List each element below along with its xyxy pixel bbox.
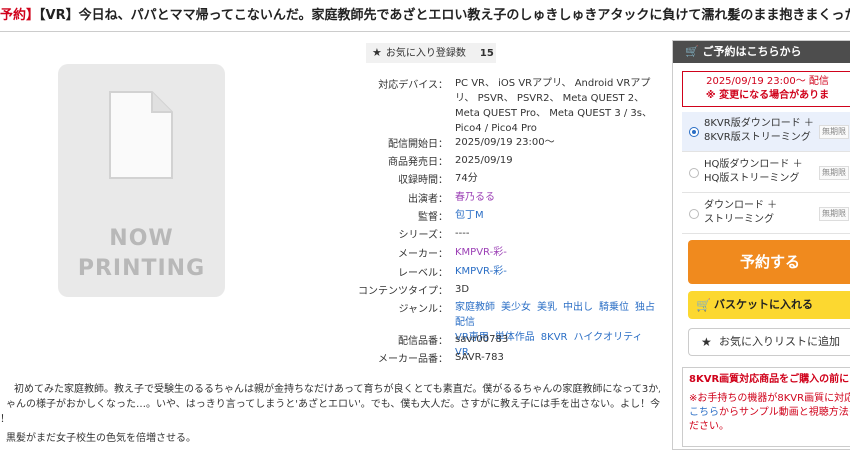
option-text: ダウンロード ＋ ストリーミング xyxy=(704,199,816,227)
purchase-panel: 🛒 ご予約はこちらから 2025/09/19 23:00〜 配信 ※ 変更になる… xyxy=(672,40,850,450)
label-label: レーベル： xyxy=(398,268,448,279)
cart-plus-icon: 🛒 xyxy=(696,298,711,312)
reserve-tag: 予約】 xyxy=(0,8,40,23)
description-line: 黒髪がまだ女子校生の色気を倍増させる。 xyxy=(6,433,196,444)
title-text: 【VR】今日ね、パパとママ帰ってこないんだ。家庭教師先であざとエロい教え子のしゅ… xyxy=(39,8,850,23)
star-icon: ★ xyxy=(372,46,382,59)
code-label: 配信品番： xyxy=(398,336,448,347)
genre-link[interactable]: 美乳 xyxy=(537,302,557,313)
now-printing-line1: NOW xyxy=(109,226,174,251)
code-value: savr00783 xyxy=(455,334,509,345)
product-description: 初めてみた家庭教師。教え子で受験生のるるちゃんは親が金持ちなだけあって育ちが良く… xyxy=(0,382,660,446)
duration-label: 収録時間： xyxy=(398,175,448,186)
notice-link[interactable]: こちら xyxy=(689,407,719,418)
now-printing-line2: PRINTING xyxy=(77,256,206,281)
favorite-count-box: ★ お気に入り登録数 15 xyxy=(366,43,496,63)
product-title: 予約】【VR】今日ね、パパとママ帰ってこないんだ。家庭教師先であざとエロい教え子… xyxy=(0,0,850,32)
product-thumbnail[interactable]: NOW PRINTING xyxy=(58,64,225,297)
notice-text: からサンプル動画と視聴方法を xyxy=(719,407,850,418)
document-icon xyxy=(109,91,173,179)
option-standard[interactable]: ダウンロード ＋ ストリーミング 無期限 xyxy=(682,194,850,234)
release-label: 商品発売日： xyxy=(388,157,448,168)
option-line: ストリーミング xyxy=(704,214,774,225)
reserve-button[interactable]: 予約する xyxy=(688,240,850,284)
favorite-count-label: お気に入り登録数 xyxy=(385,48,466,59)
unlimited-badge: 無期限 xyxy=(819,166,849,180)
option-line: 8KVR版ストリーミング xyxy=(704,132,811,143)
star-icon: ★ xyxy=(701,335,712,349)
panel-header: 🛒 ご予約はこちらから xyxy=(673,41,850,63)
add-to-favorites-button[interactable]: ★ お気に入りリストに追加 xyxy=(688,328,850,356)
option-line: ダウンロード ＋ xyxy=(704,200,778,211)
panel-header-text: ご予約はこちらから xyxy=(702,45,802,58)
option-line: HQ版ダウンロード ＋ xyxy=(704,159,803,170)
option-line: HQ版ストリーミング xyxy=(704,173,800,184)
option-text: 8KVR版ダウンロード ＋ 8KVR版ストリーミング xyxy=(704,117,816,145)
content-type-value: 3D xyxy=(455,284,470,295)
unlimited-badge: 無期限 xyxy=(819,125,849,139)
maker-label: メーカー： xyxy=(398,249,448,260)
unlimited-badge: 無期限 xyxy=(819,207,849,221)
maker-code-value: SAVR-783 xyxy=(455,352,504,363)
8kvr-notice: 8KVR画質対応商品をご購入の前に ※お手持ちの機器が8KVR画質に対応 こちら… xyxy=(682,367,850,447)
radio-button[interactable] xyxy=(689,209,699,219)
genre-link[interactable]: 中出し xyxy=(563,302,593,313)
devices-value: PC VR、 iOS VRアプリ、 Android VRアプリ、 PSVR、 P… xyxy=(455,78,653,134)
release-date-text: 2025/09/19 23:00〜 配信 xyxy=(706,76,829,87)
notice-line: ださい。 xyxy=(689,421,729,432)
maker-code-label: メーカー品番： xyxy=(378,354,448,365)
add-to-basket-button[interactable]: 🛒 バスケットに入れる xyxy=(688,291,850,319)
start-value: 2025/09/19 23:00〜 xyxy=(455,137,555,148)
notice-line: ※お手持ちの機器が8KVR画質に対応 xyxy=(689,393,850,404)
radio-button[interactable] xyxy=(689,127,699,137)
duration-value: 74分 xyxy=(455,173,478,184)
genre-link[interactable]: 美少女 xyxy=(501,302,531,313)
cast-link[interactable]: 春乃るる xyxy=(455,190,660,205)
director-link[interactable]: 包丁M xyxy=(455,208,660,223)
devices-label: 対応デバイス： xyxy=(378,80,448,91)
maker-link[interactable]: KMPVR-彩- xyxy=(455,245,660,260)
option-text: HQ版ダウンロード ＋ HQ版ストリーミング xyxy=(704,158,816,186)
release-value: 2025/09/19 xyxy=(455,155,513,166)
description-line: ！ xyxy=(0,414,10,425)
genre-link[interactable]: 騎乗位 xyxy=(599,302,629,313)
notice-line: こちらからサンプル動画と視聴方法を xyxy=(689,406,850,420)
label-link[interactable]: KMPVR-彩- xyxy=(455,264,660,279)
release-note: ※ 変更になる場合がありま xyxy=(705,90,830,101)
genre-link[interactable]: 家庭教師 xyxy=(455,302,495,313)
description-line: 初めてみた家庭教師。教え子で受験生のるるちゃんは親が金持ちなだけあって育ちが良く… xyxy=(14,384,660,395)
favorites-button-label: お気に入りリストに追加 xyxy=(719,335,840,348)
series-label: シリーズ： xyxy=(398,230,449,241)
radio-button[interactable] xyxy=(689,168,699,178)
release-date-box: 2025/09/19 23:00〜 配信 ※ 変更になる場合がありま xyxy=(682,71,850,107)
content-type-label: コンテンツタイプ： xyxy=(358,286,448,297)
director-label: 監督： xyxy=(418,212,448,223)
option-line: 8KVR版ダウンロード ＋ xyxy=(704,118,814,129)
series-value: ---- xyxy=(455,228,470,239)
option-8kvr[interactable]: 8KVR版ダウンロード ＋ 8KVR版ストリーミング 無期限 xyxy=(682,112,850,152)
option-hq[interactable]: HQ版ダウンロード ＋ HQ版ストリーミング 無期限 xyxy=(682,153,850,193)
cart-icon: 🛒 xyxy=(685,45,699,58)
description-line: ゃんの様子がおかしくなった…。いや、はっきり言ってしまうと'あざとエロい'。でも… xyxy=(6,399,660,410)
basket-button-label: バスケットに入れる xyxy=(714,298,813,311)
genre-label: ジャンル： xyxy=(398,304,449,315)
start-label: 配信開始日： xyxy=(388,139,448,150)
notice-title: 8KVR画質対応商品をご購入の前に xyxy=(689,374,850,385)
favorite-count-value: 15 xyxy=(479,48,494,59)
cast-label: 出演者： xyxy=(408,194,448,205)
